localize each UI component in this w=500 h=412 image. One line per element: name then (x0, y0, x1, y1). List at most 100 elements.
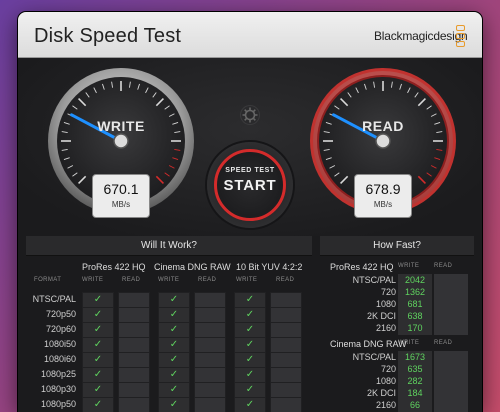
read-result-cell (270, 382, 302, 398)
read-result-cell (270, 322, 302, 338)
how-fast-read-label: READ (434, 263, 453, 269)
check-icon: ✓ (93, 354, 103, 365)
read-result-cell (118, 292, 150, 308)
check-icon: ✓ (169, 309, 179, 320)
resolution-label: 2160 (375, 400, 396, 410)
read-result-cell (270, 307, 302, 323)
check-icon: ✓ (169, 384, 179, 395)
format-column-label: FORMAT (34, 277, 62, 283)
format-row-label: 1080p50 (40, 399, 76, 409)
write-col-label: WRITE (82, 277, 104, 283)
read-speed-value: 678.9 (365, 181, 401, 197)
read-result-cell (194, 397, 226, 412)
read-result-cell (118, 307, 150, 323)
format-row-label: 1080i60 (43, 354, 76, 364)
read-result-cell (194, 367, 226, 383)
read-result-cell (270, 352, 302, 368)
read-result-cell (118, 397, 150, 412)
read-result-cell (118, 337, 150, 353)
speed-test-start-button[interactable]: SPEED TEST START (207, 142, 293, 228)
check-icon: ✓ (245, 309, 255, 320)
read-result-cell (194, 292, 226, 308)
write-col-label: WRITE (236, 277, 258, 283)
codec-title-prores: ProRes 422 HQ (82, 262, 146, 272)
how-fast-group-cinema-dng: Cinema DNG RAW (330, 339, 407, 349)
start-button-caption: SPEED TEST (225, 167, 275, 174)
read-gauge: READ 678.9 MB/s (308, 66, 458, 218)
resolution-label: 720 (380, 364, 396, 374)
read-result-cell (118, 322, 150, 338)
codec-title-cinema-dng: Cinema DNG RAW (154, 262, 231, 272)
check-icon: ✓ (245, 399, 255, 410)
check-icon: ✓ (245, 354, 255, 365)
format-row-label: 1080p30 (40, 384, 76, 394)
how-fast-group-prores: ProRes 422 HQ (330, 262, 394, 272)
resolution-label: 720 (380, 287, 396, 297)
read-result-cell (194, 322, 226, 338)
read-result-cell (194, 382, 226, 398)
read-result-cell (118, 352, 150, 368)
read-result-cell (270, 367, 302, 383)
fps-write-value: 66 (398, 399, 432, 412)
read-col-label: READ (122, 277, 141, 283)
check-icon: ✓ (93, 369, 103, 380)
resolution-label: 1080 (375, 299, 396, 309)
disk-speed-test-window: Disk Speed Test Blackmagicdesign WRITE 6… (18, 12, 482, 412)
check-icon: ✓ (93, 399, 103, 410)
read-col-label: READ (276, 277, 295, 283)
check-icon: ✓ (245, 339, 255, 350)
write-speed-unit: MB/s (111, 200, 131, 209)
read-result-cell (118, 382, 150, 398)
check-icon: ✓ (93, 339, 103, 350)
read-result-cell (118, 367, 150, 383)
check-icon: ✓ (169, 294, 179, 305)
format-row-label: 720p60 (45, 324, 76, 334)
gauge-area: WRITE 670.1 MB/s SPEED TEST START READ 6… (18, 58, 482, 236)
write-speed-readout: 670.1 MB/s (92, 174, 150, 218)
app-title: Disk Speed Test (34, 25, 182, 47)
write-gauge-hub (113, 133, 129, 149)
format-row-label: 1080i50 (43, 339, 76, 349)
write-gauge: WRITE 670.1 MB/s (46, 66, 196, 218)
results-panels: Will It Work? How Fast? FORMAT ProRes 42… (18, 236, 482, 412)
check-icon: ✓ (245, 369, 255, 380)
will-it-work-header: Will It Work? (26, 236, 312, 256)
read-result-cell (270, 397, 302, 412)
read-speed-unit: MB/s (373, 200, 393, 209)
resolution-label: 2160 (375, 323, 396, 333)
title-bar[interactable]: Disk Speed Test Blackmagicdesign (18, 12, 482, 58)
format-row-label: NTSC/PAL (32, 294, 76, 304)
check-icon: ✓ (169, 339, 179, 350)
check-icon: ✓ (93, 309, 103, 320)
resolution-label: 1080 (375, 376, 396, 386)
blackmagic-logo-icon (456, 25, 465, 49)
read-gauge-label: READ (362, 118, 404, 134)
resolution-label: NTSC/PAL (352, 275, 396, 285)
resolution-label: 2K DCI (366, 311, 396, 321)
write-speed-value: 670.1 (103, 181, 139, 197)
brand-name: Blackmagicdesign (374, 29, 468, 43)
read-result-cell (270, 292, 302, 308)
check-icon: ✓ (245, 324, 255, 335)
how-fast-write-label: WRITE (398, 263, 420, 269)
format-row-label: 720p50 (45, 309, 76, 319)
read-gauge-hub (375, 133, 391, 149)
format-row-label: 1080p25 (40, 369, 76, 379)
settings-gear-icon[interactable] (240, 105, 260, 125)
check-icon: ✓ (93, 384, 103, 395)
codec-title-yuv: 10 Bit YUV 4:2:2 (236, 262, 303, 272)
resolution-label: 2K DCI (366, 388, 396, 398)
start-button-label: START (223, 177, 277, 194)
check-icon: ✓ (169, 354, 179, 365)
check-icon: ✓ (169, 369, 179, 380)
check-icon: ✓ (245, 384, 255, 395)
check-icon: ✓ (169, 324, 179, 335)
write-gauge-label: WRITE (97, 118, 145, 134)
write-col-label: WRITE (158, 277, 180, 283)
check-icon: ✓ (169, 399, 179, 410)
check-icon: ✓ (93, 324, 103, 335)
check-icon: ✓ (245, 294, 255, 305)
read-result-cell (194, 307, 226, 323)
resolution-label: NTSC/PAL (352, 352, 396, 362)
how-fast-read-label: READ (434, 340, 453, 346)
